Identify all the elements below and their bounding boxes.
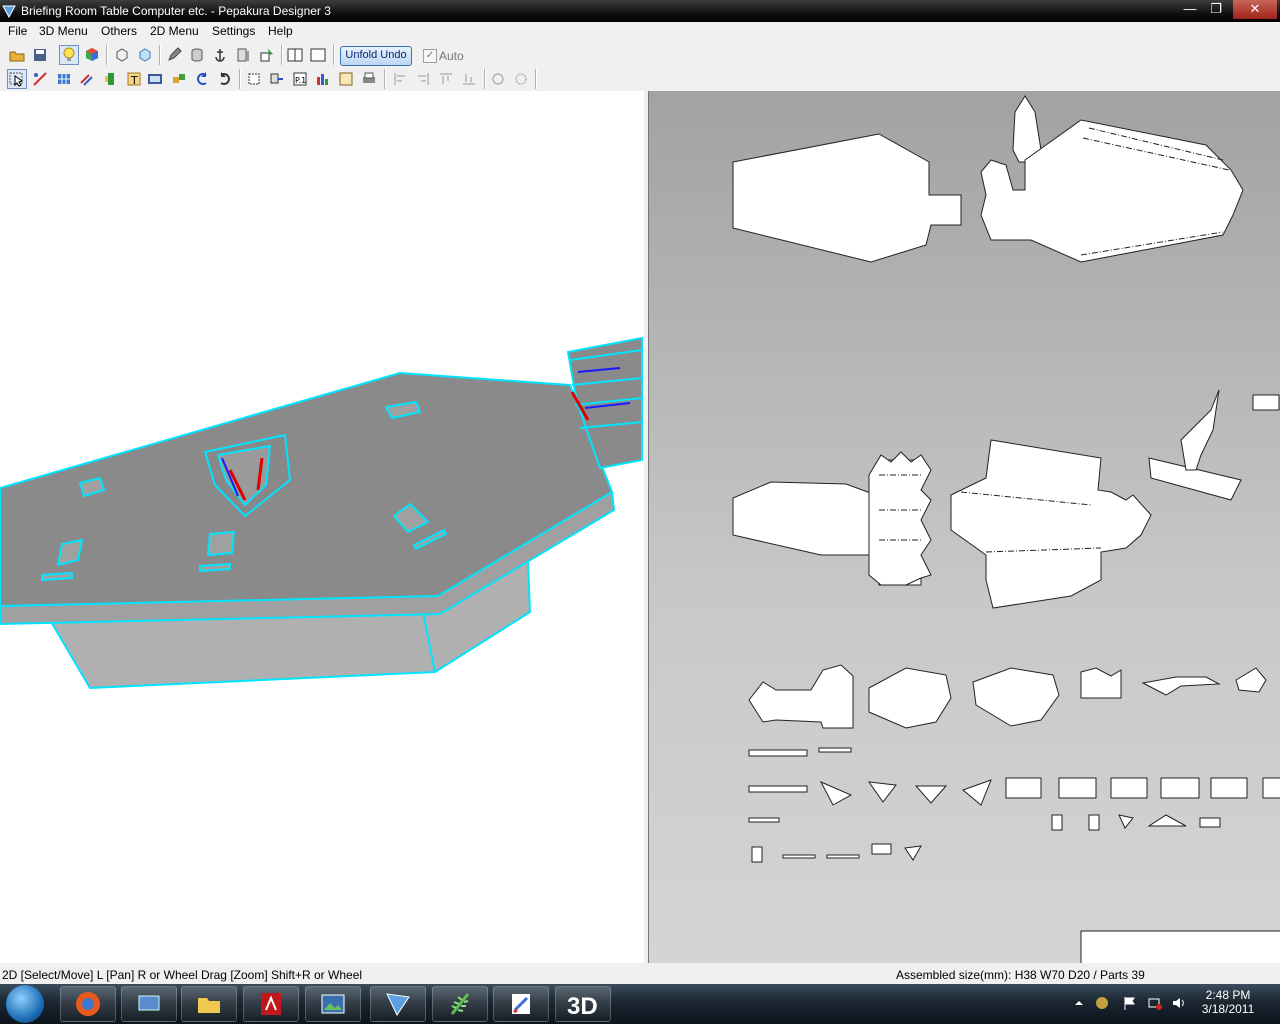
color-pencils-icon[interactable] xyxy=(77,69,97,89)
unfolded-pattern[interactable] xyxy=(649,91,1280,972)
page-setup-icon[interactable] xyxy=(336,69,356,89)
join-icon[interactable] xyxy=(169,69,189,89)
edge-tool-icon[interactable] xyxy=(30,69,50,89)
unfold-undo-button[interactable]: Unfold Undo xyxy=(340,46,412,66)
page-number-icon[interactable]: P.1 xyxy=(290,69,310,89)
3d-view-pane[interactable] xyxy=(0,91,646,963)
network-tray-icon[interactable] xyxy=(1148,996,1162,1010)
pencil-icon[interactable] xyxy=(164,45,184,65)
page-box-icon[interactable] xyxy=(233,45,253,65)
menu-help[interactable]: Help xyxy=(268,24,293,38)
start-orb[interactable] xyxy=(6,985,44,1023)
anchor-icon[interactable] xyxy=(210,45,230,65)
light-bulb-icon[interactable] xyxy=(59,45,79,65)
cylinder-icon[interactable] xyxy=(187,45,207,65)
solid-box-icon[interactable] xyxy=(135,45,155,65)
align-top-icon[interactable] xyxy=(436,69,456,89)
arrange-icon[interactable] xyxy=(267,69,287,89)
align-bottom-icon[interactable] xyxy=(459,69,479,89)
app-icon-2[interactable] xyxy=(370,986,426,1022)
svg-text:T: T xyxy=(130,74,138,87)
flaps-icon[interactable] xyxy=(101,69,121,89)
open-icon[interactable] xyxy=(7,45,27,65)
window-title: Briefing Room Table Computer etc. - Pepa… xyxy=(21,4,331,18)
print-settings-icon[interactable] xyxy=(313,69,333,89)
restore-button[interactable]: ❐ xyxy=(1201,0,1231,19)
menu-2d[interactable]: 2D Menu xyxy=(150,24,199,38)
auto-label: Auto xyxy=(439,49,464,63)
fern-icon[interactable] xyxy=(432,986,488,1022)
text-tool-icon[interactable]: T xyxy=(124,69,144,89)
svg-text:P.1: P.1 xyxy=(295,76,306,85)
auto-checkbox[interactable]: ✓ xyxy=(423,49,437,63)
explorer-icon[interactable] xyxy=(181,986,237,1022)
split-view-icon[interactable] xyxy=(285,45,305,65)
texture-cube-icon[interactable] xyxy=(82,45,102,65)
main-toolbar: Unfold Undo ✓ Auto xyxy=(0,43,1280,67)
image-tool-icon[interactable] xyxy=(145,69,165,89)
wireframe-icon[interactable] xyxy=(112,45,132,65)
rotate-3d-icon[interactable] xyxy=(511,69,531,89)
menu-file[interactable]: File xyxy=(8,24,27,38)
pepakura-3d-icon[interactable]: 3D xyxy=(555,986,611,1022)
app-icon xyxy=(2,5,16,18)
taskbar: 3D 2:48 PM 3/18/2011 xyxy=(0,984,1280,1024)
print-icon[interactable] xyxy=(359,69,379,89)
svg-text:3D: 3D xyxy=(567,993,598,1019)
menu-bar: File 3D Menu Others 2D Menu Settings Hel… xyxy=(0,22,1280,41)
2d-view-pane[interactable] xyxy=(648,91,1280,972)
save-icon[interactable] xyxy=(30,45,50,65)
fit-page-icon[interactable] xyxy=(244,69,264,89)
tray-expand-icon[interactable] xyxy=(1072,996,1086,1010)
grid-icon[interactable] xyxy=(54,69,74,89)
close-button[interactable]: ✕ xyxy=(1233,0,1277,19)
menu-settings[interactable]: Settings xyxy=(212,24,255,38)
rotate-2d-icon[interactable] xyxy=(488,69,508,89)
align-left-icon[interactable] xyxy=(390,69,410,89)
status-assembled-size: Assembled size(mm): H38 W70 D20 / Parts … xyxy=(896,968,1145,982)
tray-app-icon[interactable] xyxy=(1095,996,1109,1010)
rotate-right-icon[interactable] xyxy=(215,69,235,89)
photo-icon[interactable] xyxy=(305,986,361,1022)
edit-toolbar: T P.1 xyxy=(0,67,1280,91)
acrobat-icon[interactable] xyxy=(243,986,299,1022)
status-bar: 2D [Select/Move] L [Pan] R or Wheel Drag… xyxy=(0,966,1280,984)
rotate-left-icon[interactable] xyxy=(192,69,212,89)
menu-others[interactable]: Others xyxy=(101,24,137,38)
select-move-icon[interactable] xyxy=(7,69,27,89)
paint-icon[interactable] xyxy=(493,986,549,1022)
3d-model-render[interactable] xyxy=(0,91,644,963)
system-clock[interactable]: 2:48 PM 3/18/2011 xyxy=(1198,988,1258,1016)
network-icon[interactable] xyxy=(121,986,177,1022)
clock-date: 3/18/2011 xyxy=(1201,1002,1255,1016)
unfold-icon[interactable] xyxy=(257,45,277,65)
status-hint: 2D [Select/Move] L [Pan] R or Wheel Drag… xyxy=(2,968,363,982)
firefox-icon[interactable] xyxy=(60,986,116,1022)
single-view-icon[interactable] xyxy=(308,45,328,65)
action-center-flag-icon[interactable] xyxy=(1123,996,1137,1010)
align-right-icon[interactable] xyxy=(413,69,433,89)
volume-icon[interactable] xyxy=(1172,996,1186,1010)
title-bar[interactable]: Briefing Room Table Computer etc. - Pepa… xyxy=(0,0,1280,22)
menu-3d[interactable]: 3D Menu xyxy=(39,24,88,38)
clock-time: 2:48 PM xyxy=(1205,988,1251,1002)
